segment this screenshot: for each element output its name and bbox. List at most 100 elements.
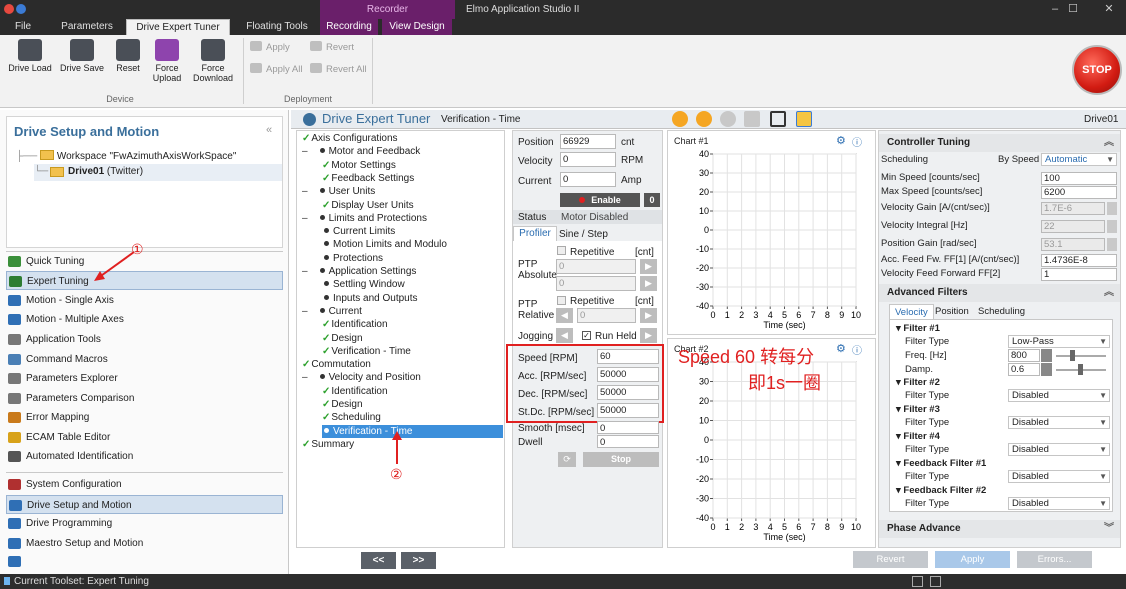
apply-button[interactable]: Apply [250,40,290,56]
tab-floating-tools[interactable]: Floating Tools [240,19,314,35]
stop-motion-button[interactable]: Stop [583,452,659,467]
force-upload-button[interactable]: Force Upload [146,37,188,87]
filter-1-freq-slider[interactable] [1056,355,1106,357]
maximize-button[interactable]: ☐ [1058,0,1088,19]
enable-button[interactable]: Enable [560,193,640,207]
fit-view-icon[interactable] [770,111,786,127]
panel-close-icon[interactable] [930,576,941,587]
advanced-filters-header[interactable]: Advanced Filters ︽ [879,284,1120,302]
controller-param-field[interactable]: 1 [1041,268,1117,281]
errors-button[interactable]: Errors... [1017,551,1092,568]
tool-item[interactable]: ECAM Table Editor [6,428,283,447]
position-field[interactable]: 66929 [560,134,616,149]
ptp-relative-field[interactable]: 0 [577,308,636,323]
stop-button[interactable]: STOP [1072,45,1122,95]
ptp-relative-go-button[interactable]: ▶ [640,308,657,323]
play-icon[interactable] [672,111,688,127]
tool-item[interactable]: Quick Tuning [6,252,283,271]
revert-button[interactable]: Revert [310,40,354,56]
filter-tab-velocity[interactable]: Velocity [889,304,934,319]
collapse-minus-icon[interactable]: – [302,306,308,317]
collapse-minus-icon[interactable]: – [302,372,308,383]
tool-item[interactable]: Parameters Comparison [6,389,283,408]
tree-item[interactable]: ✓Design [322,332,502,345]
chart-layout-icon[interactable] [796,111,812,127]
collapse-up-icon[interactable]: ︽ [1104,134,1114,152]
tree-item[interactable]: ✓Axis Configurations [302,132,482,145]
tool-item[interactable]: Application Tools [6,330,283,349]
tree-item[interactable]: – Limits and Protections [302,212,482,225]
tool-item[interactable]: Parameters Explorer [6,369,283,388]
ptp-absolute-go-button-2[interactable]: ▶ [640,276,657,291]
filter-1-damp-field[interactable]: 0.6 [1008,363,1040,376]
tree-item[interactable]: – Application Settings [302,265,482,278]
filter-1-damp-spinner[interactable] [1041,363,1052,376]
filter-tab-scheduling[interactable]: Scheduling [973,304,1030,319]
run-held-checkbox[interactable]: ✓ [582,331,591,340]
tree-item[interactable]: ✓Motor Settings [322,159,502,172]
tree-item[interactable]: Motion Limits and Modulo [322,238,502,251]
tree-item[interactable]: ✓Commutation [302,358,482,371]
tool-item[interactable]: Motion - Single Axis [6,291,283,310]
phase-advance-header[interactable]: Phase Advance ︾ [879,520,1120,538]
filter-1-type-select[interactable]: Low-Pass ▼ [1008,335,1110,348]
filter-1-header[interactable]: ▾ Filter #1 [896,322,940,335]
filter-1-freq-field[interactable]: 800 [1008,349,1040,362]
tab-parameters[interactable]: Parameters [56,19,118,35]
filter-1-freq-spinner[interactable] [1041,349,1052,362]
next-step-button[interactable]: >> [401,552,436,569]
controller-tuning-header[interactable]: Controller Tuning ︽ [879,134,1120,152]
filter-type-select[interactable]: Disabled ▼ [1008,443,1110,456]
expand-down-icon[interactable]: ︾ [1104,520,1114,538]
tool-item[interactable]: Command Macros [6,350,283,369]
collapse-icon[interactable]: « [266,124,272,136]
filter-type-select[interactable]: Disabled ▼ [1008,389,1110,402]
filter-header[interactable]: ▾ Feedback Filter #1 [896,457,986,470]
tool-item[interactable]: Motion - Multiple Axes [6,310,283,329]
jog-back-button[interactable]: ◀ [556,328,573,343]
tab-recording[interactable]: Recording [320,19,378,35]
controller-param-field[interactable]: 1.4736E-8 [1041,254,1117,267]
controller-param-field[interactable]: 22 [1041,220,1105,233]
refresh-icon[interactable]: ⟳ [558,452,576,467]
collapse-minus-icon[interactable]: – [302,186,308,197]
tool-item[interactable]: Automated Identification [6,447,283,466]
apply-all-button[interactable]: Apply All [250,62,302,78]
toolset-group-item[interactable]: System Configuration [6,475,283,494]
tree-item[interactable]: ✓Display User Units [322,199,502,212]
tree-item[interactable]: Current Limits [322,225,502,238]
force-download-button[interactable]: Force Download [190,37,236,87]
close-button[interactable]: ✕ [1094,0,1124,19]
drive-save-button[interactable]: Drive Save [60,37,104,87]
tab-drive-expert-tuner[interactable]: Drive Expert Tuner [126,19,230,35]
controller-param-spinner[interactable] [1107,220,1117,233]
window-mode-icon[interactable] [912,576,923,587]
current-field[interactable]: 0 [560,172,616,187]
filter-header[interactable]: ▾ Filter #3 [896,403,940,416]
jog-forward-button[interactable]: ▶ [640,328,657,343]
tab-view-design[interactable]: View Design [382,19,452,35]
drive-node[interactable]: └─ Drive01 (Twitter) [34,164,282,181]
controller-param-field[interactable]: 100 [1041,172,1117,185]
toolset-group-item[interactable]: Drive Programming [6,514,283,533]
velocity-field[interactable]: 0 [560,152,616,167]
smooth-field[interactable]: 0 [597,421,659,434]
tree-item[interactable]: – Motor and Feedback [302,145,482,158]
filter-tab-position[interactable]: Position [930,304,974,319]
tab-sine-step[interactable]: Sine / Step [559,229,608,240]
filter-type-select[interactable]: Disabled ▼ [1008,497,1110,510]
tree-item[interactable]: ✓Identification [322,385,502,398]
more-toolsets-icon[interactable] [8,556,21,567]
repetitive-checkbox-abs[interactable] [557,246,566,255]
filter-header[interactable]: ▾ Filter #4 [896,430,940,443]
reset-button[interactable]: Reset [108,37,148,87]
apply-bottom-button[interactable]: Apply [935,551,1010,568]
filter-type-select[interactable]: Disabled ▼ [1008,470,1110,483]
ptp-absolute-go-button[interactable]: ▶ [640,259,657,274]
tree-item[interactable]: ✓Identification [322,318,502,331]
tree-item[interactable]: Protections [322,252,502,265]
record-icon[interactable] [696,111,712,127]
drive-load-button[interactable]: Drive Load [8,37,52,87]
collapse-minus-icon[interactable]: – [302,146,308,157]
controller-param-spinner[interactable] [1107,202,1117,215]
